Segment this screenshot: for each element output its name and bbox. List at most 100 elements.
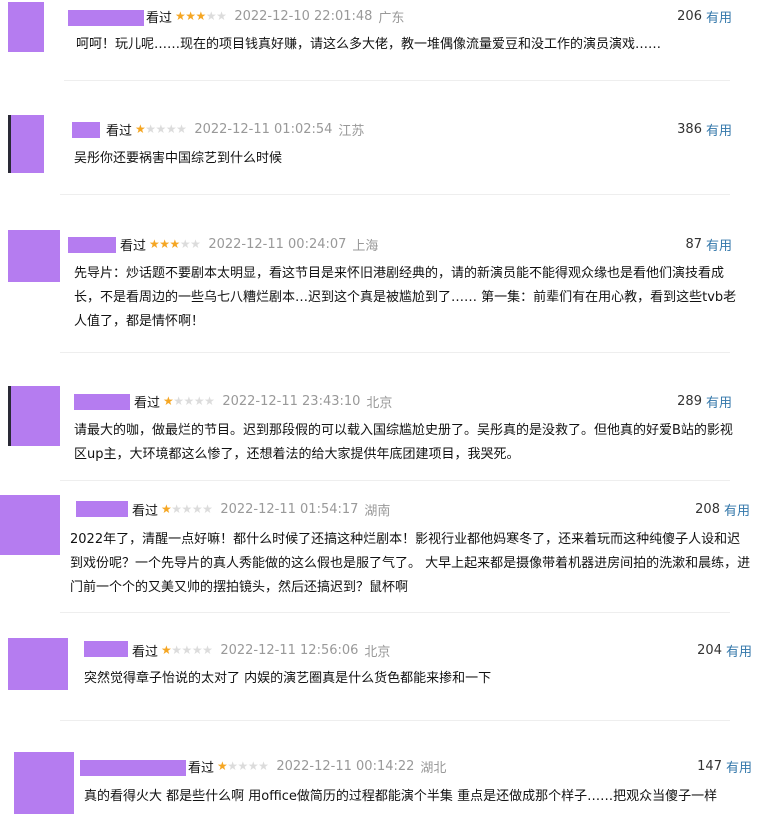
useful-button[interactable]: 有用 — [706, 392, 732, 411]
vote-area: 147 有用 — [697, 756, 752, 776]
vote-area: 204 有用 — [697, 640, 752, 660]
review-location: 湖南 — [364, 503, 391, 519]
avatar[interactable] — [8, 115, 44, 173]
star-icon: ★ — [161, 502, 172, 516]
username-redacted[interactable] — [80, 760, 186, 776]
star-icon: ★ — [195, 9, 207, 23]
star-icon: ★ — [165, 122, 177, 136]
vote-count: 386 — [677, 121, 702, 137]
avatar[interactable] — [0, 495, 60, 555]
review-text: 真的看得火大 都是些什么啊 用office做简历的过程都能演个半集 重点是还做成… — [84, 789, 718, 804]
useful-button[interactable]: 有用 — [706, 120, 732, 139]
useful-button[interactable]: 有用 — [726, 757, 752, 776]
useful-button[interactable]: 有用 — [706, 7, 732, 26]
useful-button[interactable]: 有用 — [724, 500, 750, 519]
username-redacted[interactable] — [76, 501, 128, 517]
star-icon: ★ — [169, 237, 181, 251]
review-time: 2022-12-11 00:14:22 — [276, 758, 415, 774]
rating-stars: ★ ★ ★ ★ ★ — [217, 759, 269, 773]
star-icon: ★ — [135, 122, 146, 136]
avatar[interactable] — [14, 752, 74, 814]
divider — [60, 612, 730, 613]
avatar[interactable] — [8, 230, 60, 282]
star-icon: ★ — [227, 759, 238, 773]
vote-count: 204 — [697, 642, 722, 658]
star-icon: ★ — [193, 394, 205, 408]
star-icon: ★ — [176, 122, 187, 136]
star-icon: ★ — [175, 9, 186, 23]
rating-stars: ★ ★ ★ ★ ★ — [161, 502, 213, 516]
divider — [60, 352, 730, 353]
rating-stars: ★ ★ ★ ★ ★ — [149, 237, 201, 251]
vote-count: 206 — [677, 8, 702, 24]
star-icon: ★ — [258, 759, 269, 773]
watched-label: 看过 — [120, 238, 147, 254]
watched-label: 看过 — [132, 644, 159, 660]
review-meta: 看过 ★ ★ ★ ★ ★ 2022-12-11 01:02:54 江苏 — [106, 119, 364, 139]
watched-label: 看过 — [106, 123, 133, 139]
star-icon: ★ — [179, 237, 191, 251]
review-meta: 看过 ★ ★ ★ ★ ★ 2022-12-10 22:01:48 广东 — [146, 6, 404, 26]
review-location: 湖北 — [420, 760, 447, 776]
star-icon: ★ — [149, 237, 160, 251]
star-icon: ★ — [217, 759, 228, 773]
review-time: 2022-12-11 01:02:54 — [194, 121, 333, 137]
star-icon: ★ — [145, 122, 156, 136]
review-text: 吴彤你还要祸害中国综艺到什么时候 — [74, 151, 283, 166]
divider — [60, 480, 730, 481]
star-icon: ★ — [237, 759, 249, 773]
review-time: 2022-12-10 22:01:48 — [234, 8, 373, 24]
review-text: 请最大的咖，做最烂的节目。迟到那段假的可以载入国综尴尬史册了。吴彤真的是没救了。… — [74, 423, 733, 462]
review-meta: 看过 ★ ★ ★ ★ ★ 2022-12-11 12:56:06 北京 — [132, 640, 390, 660]
username-redacted[interactable] — [68, 10, 144, 26]
useful-button[interactable]: 有用 — [726, 641, 752, 660]
star-icon: ★ — [191, 502, 203, 516]
username-redacted[interactable] — [72, 122, 100, 138]
vote-area: 208 有用 — [695, 499, 750, 519]
vote-area: 206 有用 — [677, 6, 732, 26]
username-redacted[interactable] — [84, 641, 128, 657]
star-icon: ★ — [159, 237, 170, 251]
star-icon: ★ — [202, 643, 213, 657]
star-icon: ★ — [185, 9, 196, 23]
username-redacted[interactable] — [68, 237, 116, 253]
review-time: 2022-12-11 01:54:17 — [220, 501, 359, 517]
useful-button[interactable]: 有用 — [706, 235, 732, 254]
review-location: 广东 — [378, 10, 405, 26]
vote-area: 386 有用 — [677, 119, 732, 139]
review-text: 2022年了，清醒一点好嘛！都什么时候了还搞这种烂剧本！影视行业都他妈寒冬了，还… — [70, 532, 751, 595]
vote-count: 208 — [695, 501, 720, 517]
star-icon: ★ — [163, 394, 174, 408]
vote-count: 289 — [677, 393, 702, 409]
vote-count: 87 — [685, 236, 702, 252]
review-location: 北京 — [364, 644, 391, 660]
star-icon: ★ — [205, 9, 217, 23]
watched-label: 看过 — [134, 395, 161, 411]
review-location: 江苏 — [338, 123, 365, 139]
rating-stars: ★ ★ ★ ★ ★ — [175, 9, 227, 23]
star-icon: ★ — [161, 643, 172, 657]
star-icon: ★ — [190, 237, 201, 251]
review-meta: 看过 ★ ★ ★ ★ ★ 2022-12-11 01:54:17 湖南 — [132, 499, 390, 519]
review-location: 北京 — [366, 395, 393, 411]
star-icon: ★ — [173, 394, 184, 408]
review-time: 2022-12-11 12:56:06 — [220, 642, 359, 658]
review-text: 呵呵！玩儿呢……现在的项目钱真好赚，请这么多大佬，教一堆偶像流量爱豆和没工作的演… — [76, 37, 662, 52]
watched-label: 看过 — [132, 503, 159, 519]
star-icon: ★ — [191, 643, 203, 657]
divider — [60, 194, 730, 195]
avatar[interactable] — [8, 386, 60, 446]
review-time: 2022-12-11 23:43:10 — [222, 393, 361, 409]
star-icon: ★ — [247, 759, 259, 773]
review-meta: 看过 ★ ★ ★ ★ ★ 2022-12-11 00:14:22 湖北 — [188, 756, 446, 776]
avatar[interactable] — [8, 638, 68, 690]
vote-area: 87 有用 — [685, 234, 732, 254]
rating-stars: ★ ★ ★ ★ ★ — [163, 394, 215, 408]
star-icon: ★ — [183, 394, 195, 408]
username-redacted[interactable] — [74, 394, 130, 410]
divider — [60, 720, 730, 721]
star-icon: ★ — [216, 9, 227, 23]
review-meta: 看过 ★ ★ ★ ★ ★ 2022-12-11 23:43:10 北京 — [134, 391, 392, 411]
avatar[interactable] — [8, 2, 44, 52]
rating-stars: ★ ★ ★ ★ ★ — [161, 643, 213, 657]
